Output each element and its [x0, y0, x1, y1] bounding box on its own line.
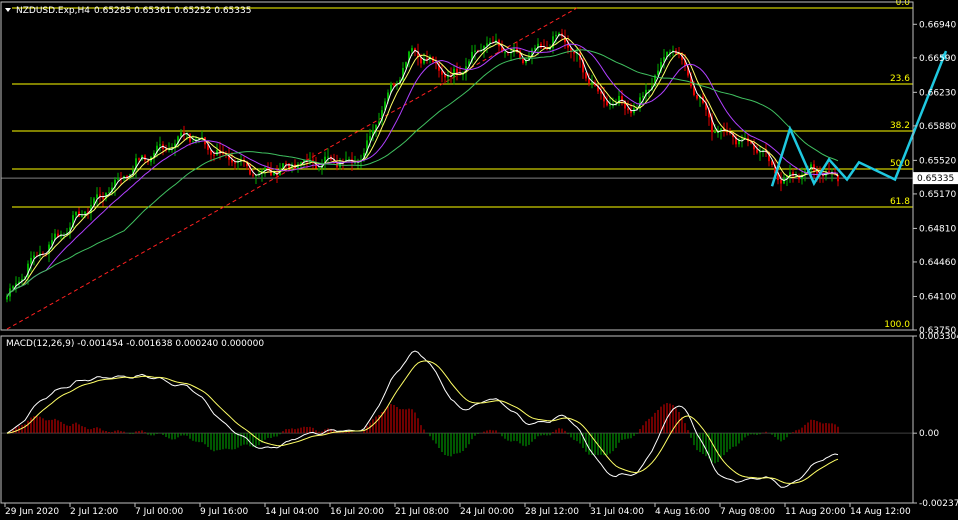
- candle: [102, 196, 104, 199]
- macd-signal-line: [6, 360, 839, 484]
- time-tick-label: 14 Jul 04:00: [265, 507, 319, 517]
- candle: [780, 180, 782, 184]
- fib-label: 23.6: [890, 74, 910, 84]
- current-price-value: 0.65335: [917, 174, 954, 184]
- candle: [696, 95, 698, 99]
- candle: [327, 156, 329, 158]
- menu-triangle-icon[interactable]: [5, 8, 11, 12]
- candle: [12, 286, 14, 289]
- ohlc-header: 0.65285 0.65361 0.65252 0.65335: [94, 6, 251, 16]
- time-tick-label: 29 Jun 2020: [5, 507, 59, 517]
- candle: [192, 141, 194, 143]
- candle: [252, 174, 254, 176]
- candle: [81, 215, 83, 217]
- candle: [393, 83, 395, 86]
- candle: [144, 155, 146, 161]
- price-tick-label: 0.64810: [919, 224, 956, 234]
- macd-frame: [0, 335, 914, 504]
- candle: [756, 149, 758, 153]
- candle: [741, 139, 743, 141]
- time-tick-label: 31 Jul 04:00: [590, 507, 644, 517]
- price-tick-label: 0.66230: [919, 88, 956, 98]
- fib-label: 38.2: [890, 121, 910, 131]
- candle: [354, 162, 356, 164]
- macd-header: MACD(12,26,9) -0.001454 -0.001638 0.0002…: [6, 339, 264, 349]
- price-tick-label: 0.64460: [919, 258, 956, 268]
- candle: [573, 52, 575, 54]
- candle: [411, 48, 413, 52]
- candle: [714, 131, 716, 133]
- candle: [189, 133, 191, 142]
- candle: [369, 136, 371, 141]
- candle: [180, 132, 182, 137]
- price-tick-label: 0.66590: [919, 54, 956, 64]
- price-tick-label: 0.65520: [919, 156, 956, 166]
- time-tick-label: 7 Aug 08:00: [720, 507, 775, 517]
- macd-tick-label: 0.00: [919, 429, 939, 439]
- macd-tick-label: 0.003304: [919, 332, 958, 342]
- candle: [642, 95, 644, 98]
- macd-line: [6, 350, 839, 488]
- time-tick-label: 2 Jul 12:00: [70, 507, 119, 517]
- ma-mid-line: [6, 38, 839, 297]
- candle: [288, 163, 290, 168]
- time-tick-label: 4 Aug 16:00: [655, 507, 710, 517]
- candle: [285, 163, 287, 165]
- candle: [627, 108, 629, 111]
- price-tick-label: 0.65170: [919, 190, 956, 200]
- time-tick-label: 11 Aug 20:00: [785, 507, 846, 517]
- candle: [6, 296, 8, 300]
- time-tick-label: 16 Jul 20:00: [330, 507, 384, 517]
- candle: [138, 158, 140, 160]
- candle: [117, 177, 119, 180]
- price-panel[interactable]: 0.023.638.250.061.8100.0: [1, 0, 948, 331]
- candle: [213, 154, 215, 156]
- candle: [606, 101, 608, 106]
- candle: [522, 58, 524, 64]
- candle: [96, 194, 98, 199]
- candle: [216, 150, 218, 156]
- time-tick-label: 9 Jul 16:00: [200, 507, 249, 517]
- ma-fast-line: [6, 34, 839, 297]
- candle: [159, 144, 161, 146]
- fib-label: 100.0: [884, 320, 910, 330]
- candle: [318, 168, 320, 170]
- macd-tick-label: -0.002374: [919, 499, 958, 509]
- candle: [504, 52, 506, 54]
- candle: [30, 257, 32, 264]
- candle: [555, 34, 557, 37]
- fib-label: 0.0: [896, 0, 911, 8]
- candles: [6, 28, 839, 303]
- price-tick-label: 0.66940: [919, 20, 956, 30]
- time-tick-label: 21 Jul 08:00: [395, 507, 449, 517]
- candle: [453, 68, 455, 77]
- symbol-header: NZDUSD.Exp,H4: [16, 6, 90, 16]
- candle: [474, 50, 476, 52]
- trading-chart[interactable]: 0.023.638.250.061.8100.0 NZDUSD.Exp,H4 0…: [0, 0, 958, 520]
- macd-panel[interactable]: [1, 350, 913, 488]
- price-tick-label: 0.65880: [919, 122, 956, 132]
- candle: [816, 170, 818, 174]
- fib-label: 61.8: [890, 197, 910, 207]
- price-frame: [0, 1, 914, 331]
- candle: [609, 104, 611, 106]
- time-tick-label: 28 Jul 12:00: [525, 507, 579, 517]
- candle: [33, 255, 35, 258]
- candle: [234, 162, 236, 164]
- candle: [75, 211, 77, 216]
- time-tick-label: 14 Aug 12:00: [850, 507, 911, 517]
- time-tick-label: 24 Jul 00:00: [460, 507, 514, 517]
- ma-long-line: [6, 49, 839, 297]
- price-tick-label: 0.64100: [919, 292, 956, 302]
- time-tick-label: 7 Jul 00:00: [135, 507, 184, 517]
